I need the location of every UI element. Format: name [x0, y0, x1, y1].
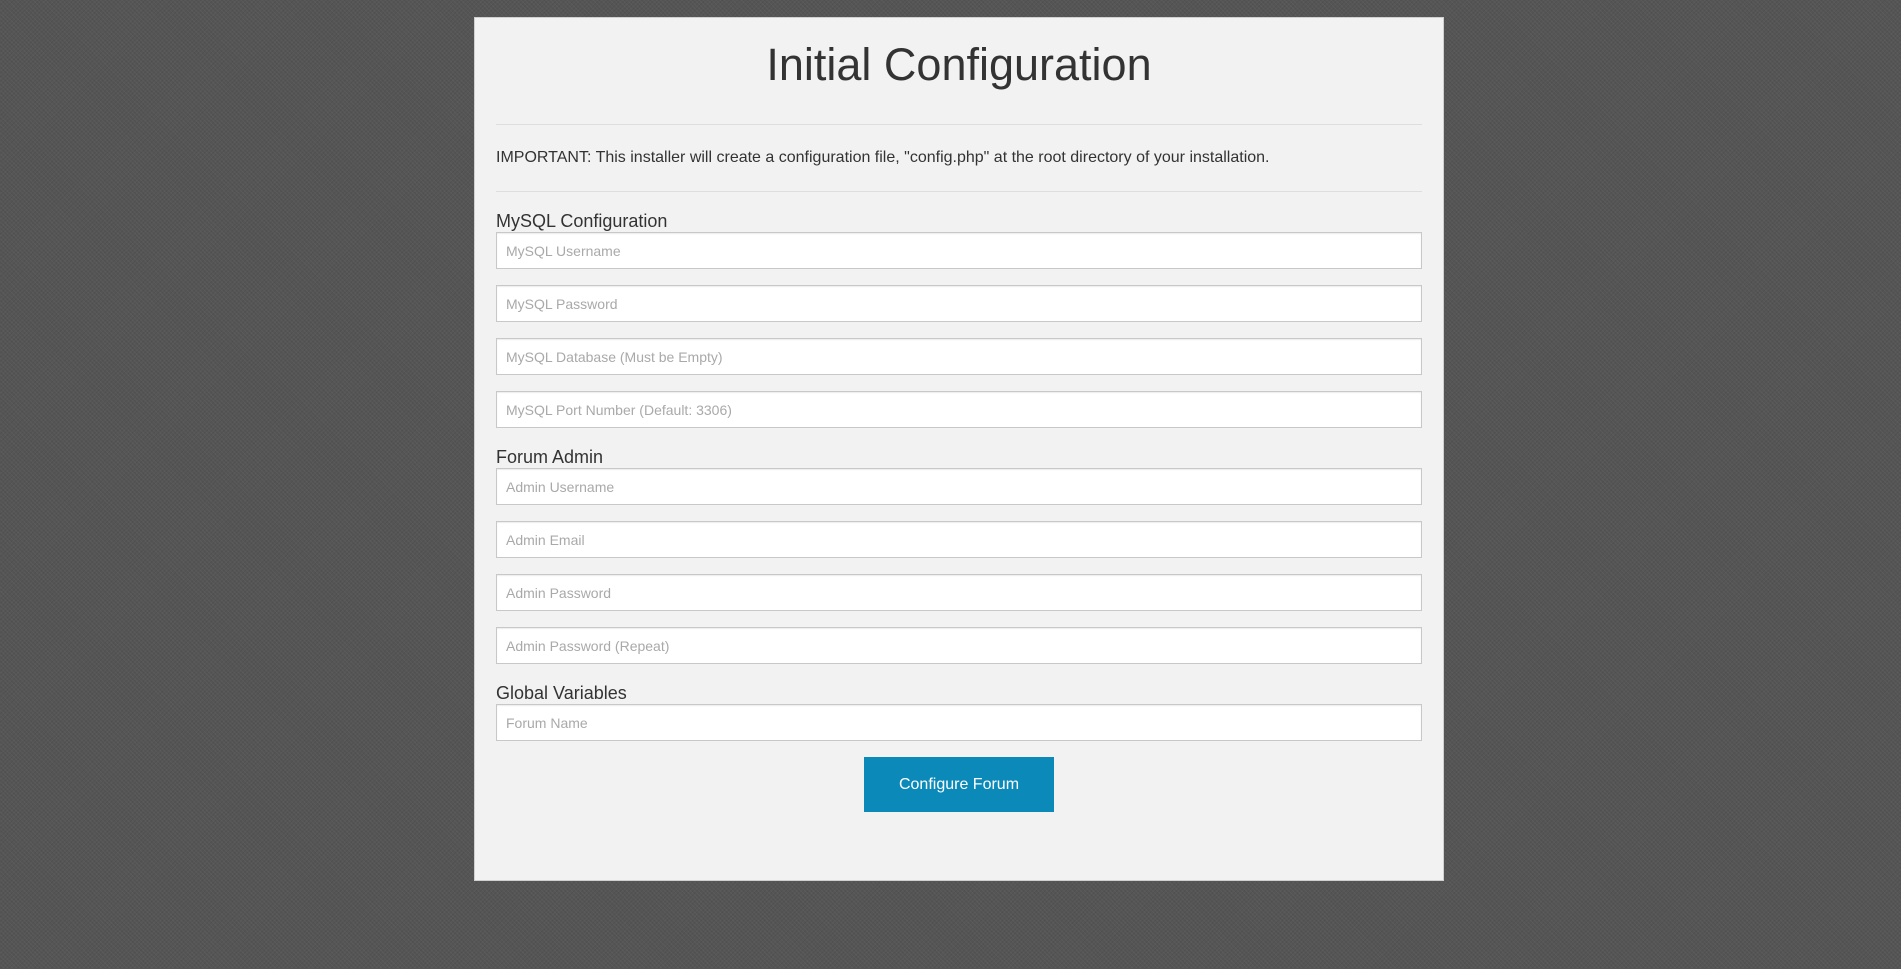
admin-email-input[interactable]: [496, 521, 1422, 558]
mysql-port-input[interactable]: [496, 391, 1422, 428]
configuration-form: MySQL Configuration Forum Admin Global V…: [496, 192, 1422, 812]
admin-section-heading: Forum Admin: [496, 447, 604, 467]
globals-section-heading: Global Variables: [496, 683, 627, 703]
submit-area: Configure Forum: [496, 757, 1422, 812]
forum-name-input[interactable]: [496, 704, 1422, 741]
config-panel: Initial Configuration IMPORTANT: This in…: [474, 17, 1444, 881]
configure-forum-button[interactable]: Configure Forum: [864, 757, 1054, 812]
page-title: Initial Configuration: [766, 39, 1152, 90]
important-notice: IMPORTANT: This installer will create a …: [496, 149, 1270, 166]
mysql-password-input[interactable]: [496, 285, 1422, 322]
admin-password-input[interactable]: [496, 574, 1422, 611]
mysql-section-heading: MySQL Configuration: [496, 211, 668, 231]
admin-username-input[interactable]: [496, 468, 1422, 505]
mysql-database-input[interactable]: [496, 338, 1422, 375]
mysql-username-input[interactable]: [496, 232, 1422, 269]
admin-password-repeat-input[interactable]: [496, 627, 1422, 664]
